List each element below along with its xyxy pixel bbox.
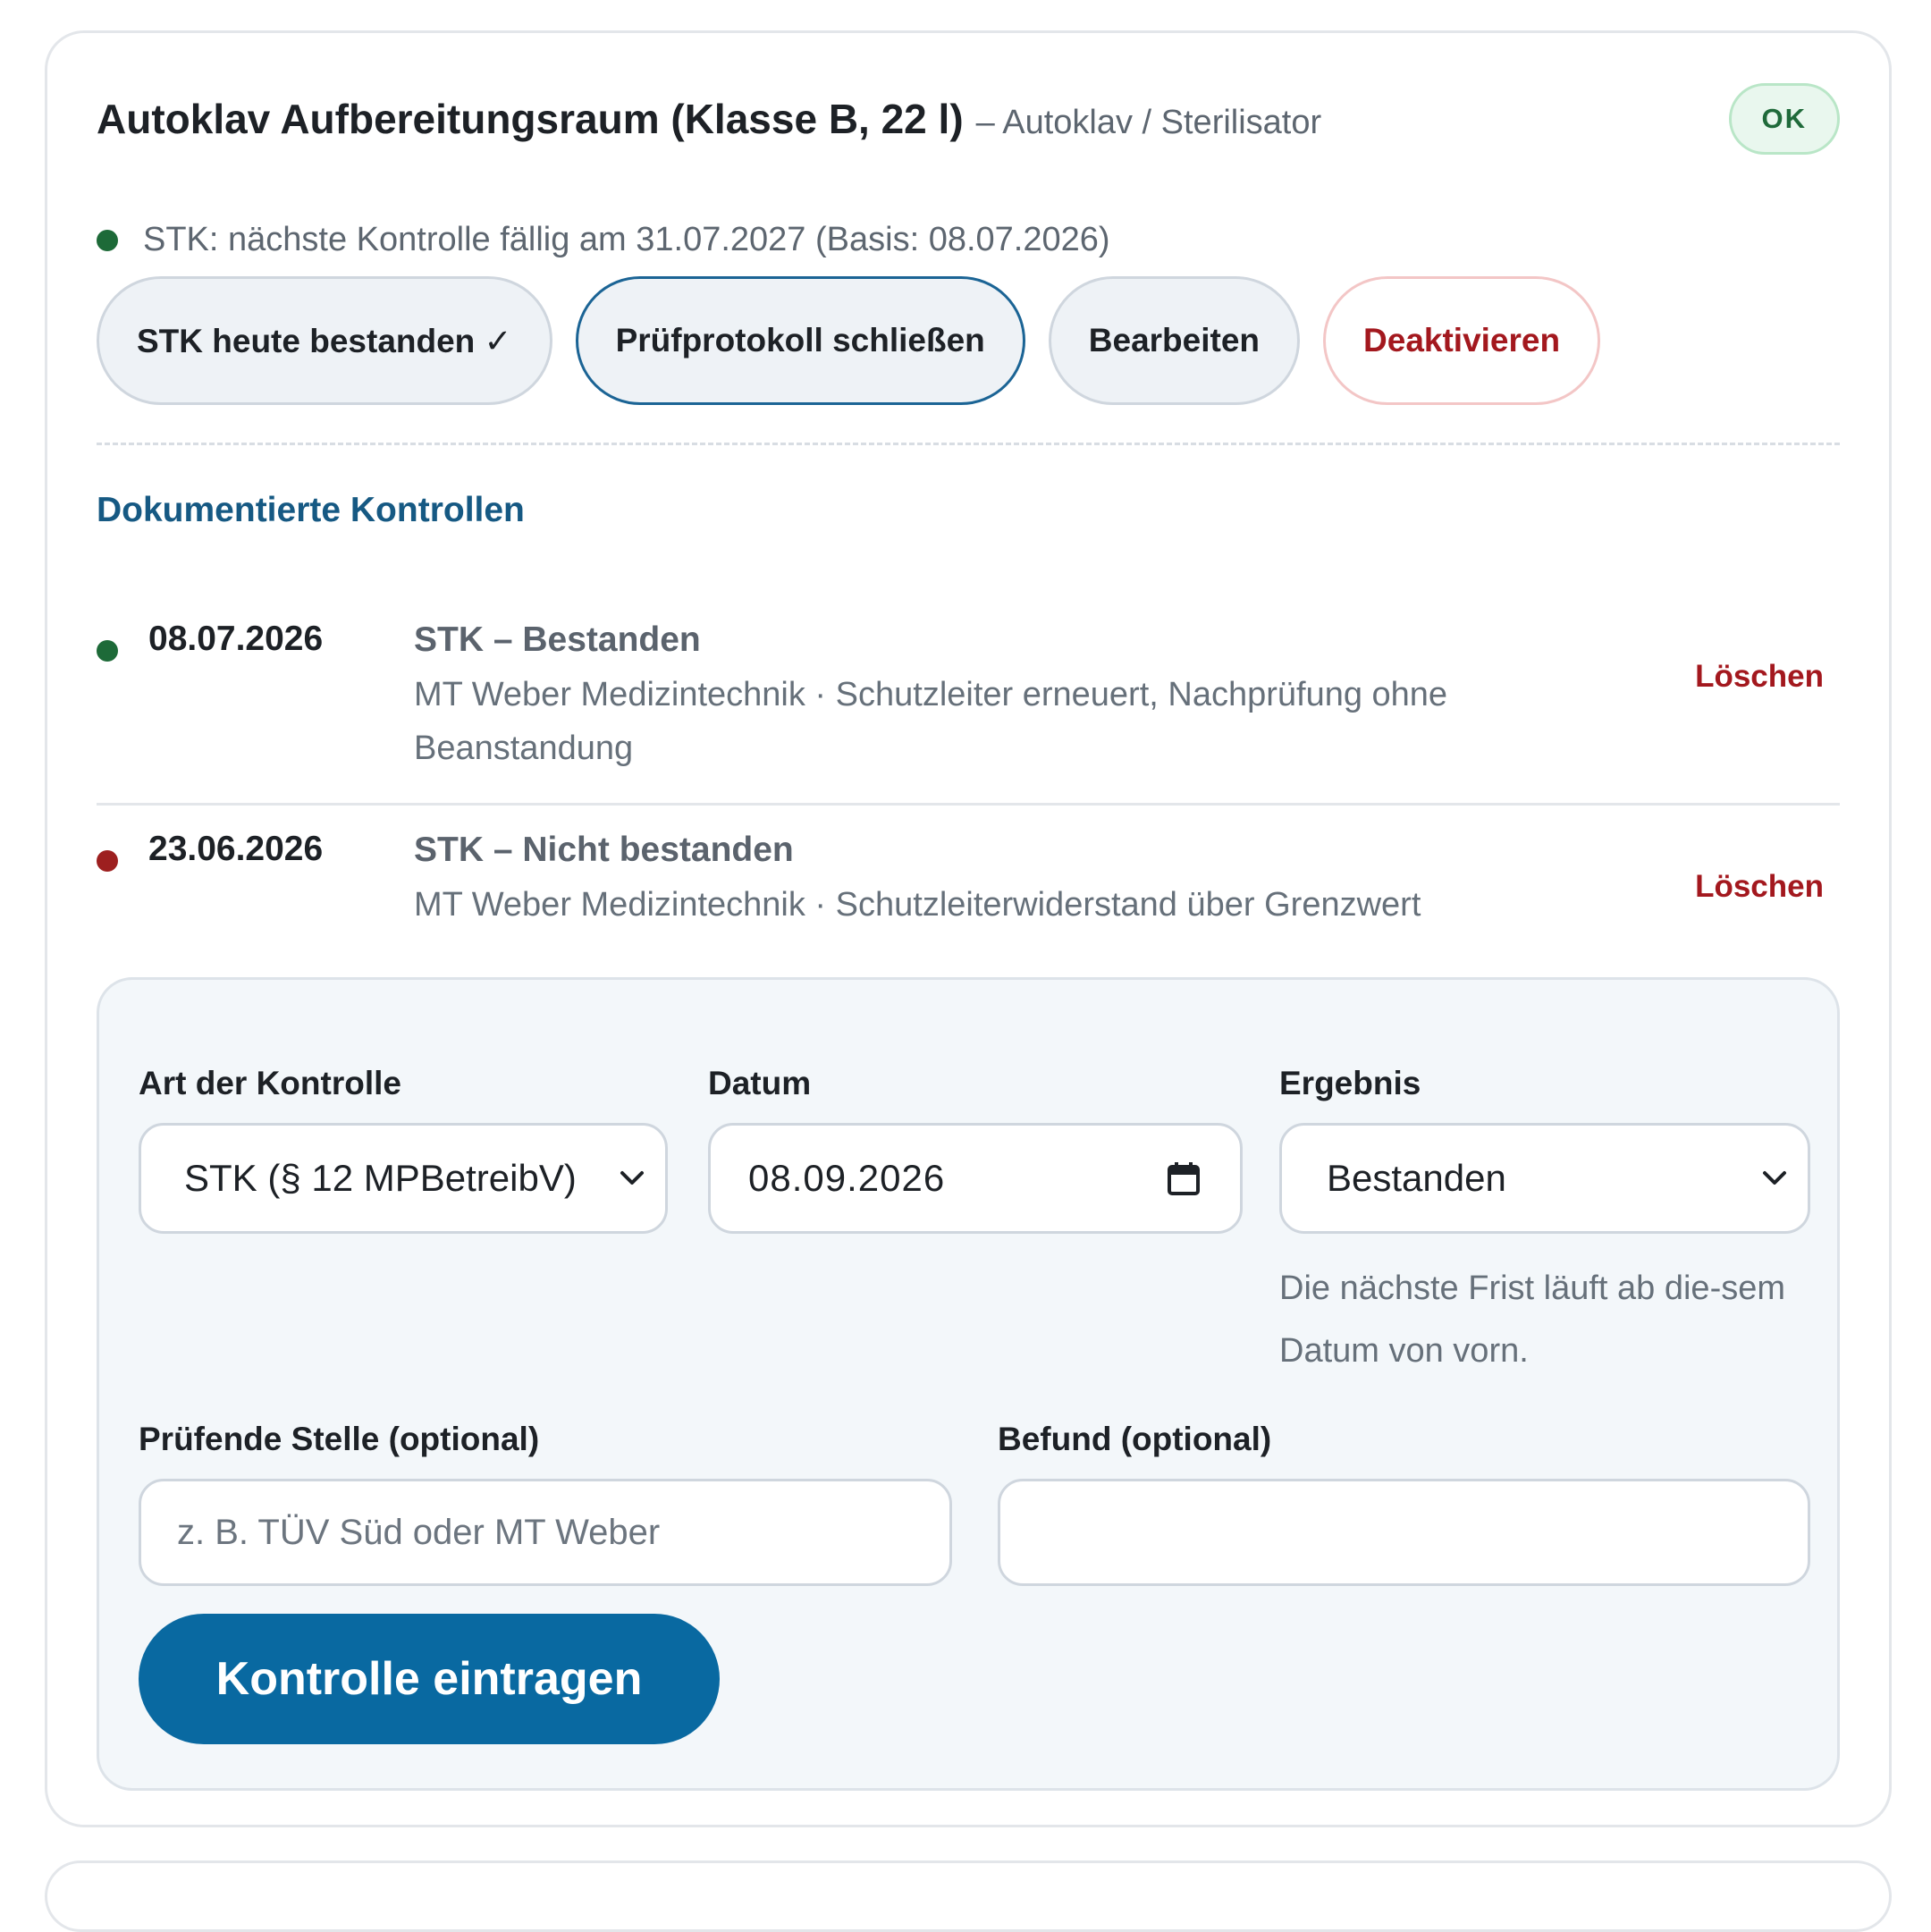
type-label: Art der Kontrolle [139, 1065, 401, 1101]
delete-entry-button[interactable]: Löschen [1695, 869, 1824, 905]
section-divider [97, 443, 1840, 445]
next-device-card [45, 1860, 1892, 1932]
check-type-value: STK (§ 12 MPBetreibV) [184, 1157, 577, 1199]
delete-entry-button[interactable]: Löschen [1695, 659, 1824, 695]
entry-heading: STK – Bestanden [414, 620, 701, 659]
result-hint: Die nächste Frist läuft ab die-sem Datum… [1279, 1270, 1786, 1370]
history-entry: 08.07.2026 STK – Bestanden MT Weber Medi… [97, 620, 1840, 780]
result-label: Ergebnis [1279, 1065, 1421, 1101]
examiner-label: Prüfende Stelle (optional) [139, 1421, 540, 1457]
entry-body: STK – Bestanden MT Weber Medizintechnik … [414, 620, 1603, 775]
failed-dot-icon [97, 850, 118, 872]
date-label: Datum [708, 1065, 812, 1101]
device-title: Autoklav Aufbereitungsraum (Klasse B, 22… [97, 96, 964, 142]
entry-description: MT Weber Medizintechnik · Schutzleiter e… [414, 676, 1448, 767]
deactivate-button[interactable]: Deaktivieren [1323, 276, 1601, 405]
entry-divider [97, 803, 1840, 806]
close-protocol-button[interactable]: Prüfprotokoll schließen [575, 276, 1025, 405]
findings-input[interactable] [998, 1479, 1810, 1586]
check-type-select[interactable]: STK (§ 12 MPBetreibV) [139, 1123, 668, 1234]
date-value: 08.09.2026 [748, 1157, 946, 1199]
status-badge: OK [1728, 83, 1840, 155]
chevron-down-icon [1763, 1171, 1786, 1185]
add-check-form: Art der Kontrolle STK (§ 12 MPBetreibV) … [97, 977, 1840, 1791]
result-select[interactable]: Bestanden [1279, 1123, 1810, 1234]
next-check-line: STK: nächste Kontrolle fällig am 31.07.2… [97, 221, 1110, 259]
entry-description: MT Weber Medizintechnik · Schutzleiterwi… [414, 886, 1421, 924]
edit-button[interactable]: Bearbeiten [1048, 276, 1301, 405]
examiner-placeholder: z. B. TÜV Süd oder MT Weber [177, 1512, 661, 1552]
entry-body: STK – Nicht bestanden MT Weber Medizinte… [414, 830, 1603, 932]
submit-check-button[interactable]: Kontrolle eintragen [139, 1614, 720, 1744]
findings-label: Befund (optional) [998, 1421, 1272, 1457]
status-dot-icon [97, 229, 118, 251]
passed-dot-icon [97, 640, 118, 662]
entry-heading: STK – Nicht bestanden [414, 831, 794, 869]
device-card: Autoklav Aufbereitungsraum (Klasse B, 22… [45, 30, 1892, 1827]
card-header: Autoklav Aufbereitungsraum (Klasse B, 22… [97, 83, 1840, 155]
entry-date: 23.06.2026 [148, 830, 324, 868]
entry-date: 08.07.2026 [148, 620, 324, 658]
result-value: Bestanden [1327, 1157, 1506, 1199]
chevron-down-icon [620, 1171, 644, 1185]
device-title-group: Autoklav Aufbereitungsraum (Klasse B, 22… [97, 95, 1321, 143]
date-input[interactable]: 08.09.2026 [708, 1123, 1243, 1234]
examiner-input[interactable]: z. B. TÜV Süd oder MT Weber [139, 1479, 952, 1586]
device-type: – Autoklav / Sterilisator [975, 104, 1322, 141]
passed-today-button[interactable]: STK heute bestanden ✓ [97, 276, 552, 405]
history-title: Dokumentierte Kontrollen [97, 491, 525, 529]
action-bar: STK heute bestanden ✓ Prüfprotokoll schl… [97, 276, 1601, 405]
next-check-text: STK: nächste Kontrolle fällig am 31.07.2… [143, 221, 1110, 258]
calendar-icon[interactable] [1167, 1160, 1201, 1196]
history-entry: 23.06.2026 STK – Nicht bestanden MT Webe… [97, 830, 1840, 937]
